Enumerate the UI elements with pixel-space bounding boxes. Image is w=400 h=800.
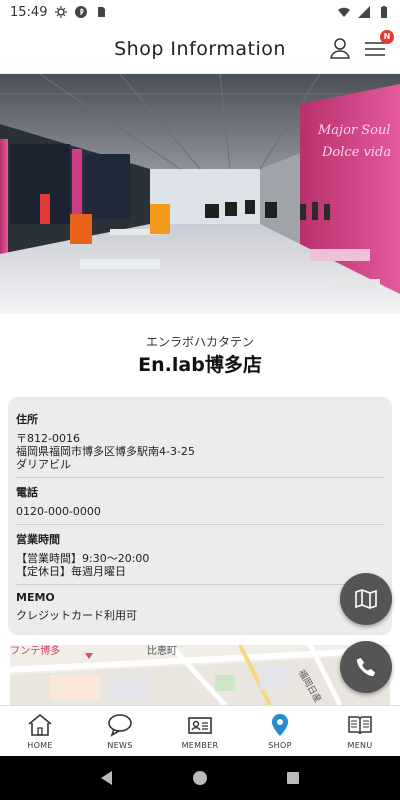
postal-code: 〒812-0016 — [16, 432, 80, 445]
phone-section: 電話 0120-000-0000 — [16, 478, 384, 525]
building-name: ダリアビル — [16, 458, 71, 471]
home-icon — [28, 713, 52, 736]
app-notification-icon — [75, 6, 88, 18]
app-header: Shop Information N — [0, 24, 400, 74]
page-title: Shop Information — [114, 37, 286, 60]
recents-icon[interactable] — [284, 769, 302, 787]
address-line[interactable]: 福岡県福岡市博多区博多駅南4-3-25 — [16, 445, 384, 458]
tab-shop-label: SHOP — [268, 741, 292, 750]
hours-label: 営業時間 — [16, 533, 60, 546]
hours-section: 営業時間 【営業時間】9:30～20:00 【定休日】毎週月曜日 — [16, 525, 384, 585]
news-badge: N — [380, 30, 394, 44]
tab-menu-label: MENU — [347, 741, 373, 750]
business-hours: 【営業時間】9:30～20:00 — [16, 552, 150, 565]
tab-news[interactable]: NEWS — [80, 706, 160, 756]
phone-icon — [356, 657, 376, 677]
tab-news-label: NEWS — [107, 741, 133, 750]
svg-text:Major Soul: Major Soul — [317, 123, 391, 138]
member-card-icon — [188, 717, 212, 734]
status-time: 15:49 — [10, 4, 48, 20]
settings-notification-icon — [55, 6, 68, 18]
tab-menu[interactable]: MENU — [320, 706, 400, 756]
menu-button[interactable]: N — [362, 30, 394, 62]
home-circle-icon[interactable] — [191, 769, 209, 787]
shop-photo: Major Soul Dolce vida — [0, 74, 400, 314]
book-icon — [348, 716, 372, 735]
wifi-icon — [338, 7, 350, 17]
svg-text:Dolce vida: Dolce vida — [321, 145, 391, 160]
tab-member[interactable]: MEMBER — [160, 706, 240, 756]
system-navigation-bar — [0, 756, 400, 800]
shop-info-card: 住所 〒812-0016 福岡県福岡市博多区博多駅南4-3-25 ダリアビル 電… — [8, 397, 392, 635]
status-bar: 15:49 — [0, 0, 400, 24]
sd-card-icon — [98, 7, 106, 17]
user-icon — [330, 38, 350, 59]
location-pin-icon — [272, 714, 288, 736]
memo-label: MEMO — [16, 591, 55, 604]
tab-shop[interactable]: SHOP — [240, 706, 320, 756]
phone-number[interactable]: 0120-000-0000 — [16, 505, 384, 518]
map-label-hiemachi: 比恵町 — [147, 646, 177, 657]
phone-label: 電話 — [16, 486, 38, 499]
call-button[interactable] — [340, 641, 392, 693]
account-button[interactable] — [328, 36, 352, 60]
address-label: 住所 — [16, 413, 38, 426]
closed-days: 【定休日】毎週月曜日 — [16, 565, 126, 578]
folded-map-icon — [355, 589, 377, 609]
signal-icon — [358, 6, 370, 18]
shop-map[interactable]: フンテ博多 比恵町 福岡日産 — [10, 645, 390, 705]
address-section: 住所 〒812-0016 福岡県福岡市博多区博多駅南4-3-25 ダリアビル — [16, 405, 384, 478]
bottom-tab-bar: HOME NEWS MEMBER SHOP MENU — [0, 705, 400, 756]
tab-home[interactable]: HOME — [0, 706, 80, 756]
battery-icon — [381, 6, 387, 18]
tab-home-label: HOME — [27, 741, 53, 750]
map-label-funte: フンテ博多 — [10, 646, 61, 657]
shop-name: En.lab博多店 — [138, 354, 262, 376]
chat-bubble-icon — [108, 714, 132, 737]
back-icon[interactable] — [98, 769, 116, 787]
shop-name-kana: エンラボハカタテン — [145, 335, 254, 349]
memo-section: MEMO クレジットカード利用可 — [16, 585, 384, 628]
map-view-button[interactable] — [340, 573, 392, 625]
memo-text: クレジットカード利用可 — [16, 609, 137, 622]
tab-member-label: MEMBER — [181, 741, 219, 750]
